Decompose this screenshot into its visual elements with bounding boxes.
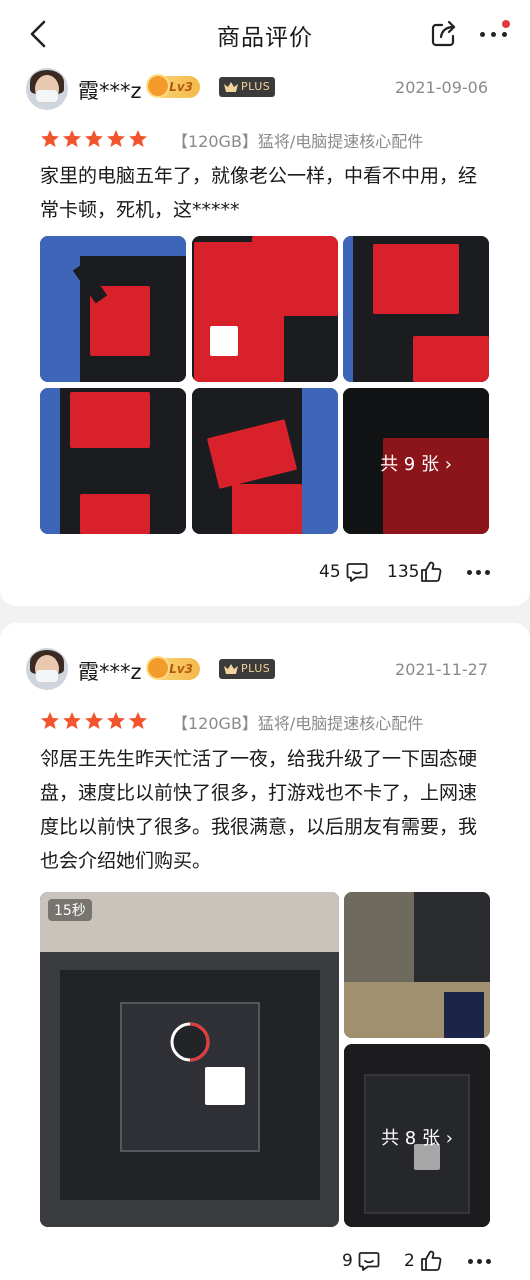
star-icon xyxy=(41,712,59,729)
product-spec: 【120GB】猛将/电脑提速核心配件 xyxy=(172,132,424,151)
review-image-more[interactable]: 共 9 张 › xyxy=(343,388,489,534)
medal-icon xyxy=(146,74,170,98)
review-text: 邻居王先生昨天忙活了一夜，给我升级了一下固态硬盘，速度比以前快了很多，打游戏也不… xyxy=(40,748,478,872)
review-actions: 45 135 xyxy=(319,558,499,588)
like-count: 2 xyxy=(404,1251,415,1271)
review-image[interactable] xyxy=(343,236,489,382)
like-count: 135 xyxy=(387,562,420,582)
star-icon xyxy=(107,712,125,729)
review-image[interactable] xyxy=(192,236,338,382)
plus-member-badge: PLUS xyxy=(219,659,275,679)
level-badge: Lv3 xyxy=(146,656,200,680)
comment-icon[interactable] xyxy=(345,560,369,584)
top-nav-bar: 商品评价 xyxy=(0,0,530,68)
product-spec: 【120GB】猛将/电脑提速核心配件 xyxy=(172,714,424,733)
thumbs-up-icon[interactable] xyxy=(419,560,443,584)
review-date: 2021-11-27 xyxy=(395,660,488,679)
plus-member-badge: PLUS xyxy=(219,77,275,97)
star-icon xyxy=(85,712,103,729)
video-duration: 15秒 xyxy=(48,899,92,921)
star-icon xyxy=(129,130,147,147)
review-card: 霞***z Lv3 PLUS 2021-09-06 【120GB】猛将/电脑提速… xyxy=(0,40,530,606)
star-icon xyxy=(63,130,81,147)
more-icon[interactable] xyxy=(478,18,510,50)
review-actions: 9 2 xyxy=(342,1247,500,1277)
image-count-label: 共 8 张 › xyxy=(381,1128,453,1149)
image-count-label: 共 9 张 › xyxy=(380,454,452,475)
review-image[interactable] xyxy=(344,892,490,1038)
avatar[interactable] xyxy=(26,648,68,690)
review-text: 家里的电脑五年了，就像老公一样，中看不中用，经常卡顿，死机，这***** xyxy=(40,165,478,221)
play-loading-icon[interactable] xyxy=(168,1020,212,1064)
username: 霞***z xyxy=(78,660,142,684)
review-image[interactable] xyxy=(192,388,338,534)
review-card: 霞***z Lv3 PLUS 2021-11-27 【120GB】猛将/电脑提速… xyxy=(0,623,530,1280)
star-icon xyxy=(107,130,125,147)
review-more-icon[interactable] xyxy=(468,1249,492,1273)
review-image[interactable] xyxy=(40,388,186,534)
comment-count: 9 xyxy=(342,1251,353,1271)
thumbs-up-icon[interactable] xyxy=(419,1249,443,1273)
star-icon xyxy=(63,712,81,729)
star-icon xyxy=(41,130,59,147)
star-icon xyxy=(129,712,147,729)
review-date: 2021-09-06 xyxy=(395,78,488,97)
crown-icon xyxy=(224,82,238,92)
review-image-more[interactable]: 共 8 张 › xyxy=(344,1044,490,1227)
comment-count: 45 xyxy=(319,562,341,582)
avatar[interactable] xyxy=(26,68,68,110)
notification-dot xyxy=(502,20,510,28)
share-icon[interactable] xyxy=(428,18,460,50)
star-rating xyxy=(40,711,150,731)
review-image[interactable] xyxy=(40,236,186,382)
comment-icon[interactable] xyxy=(357,1249,381,1273)
crown-icon xyxy=(224,664,238,674)
star-rating xyxy=(40,129,150,149)
medal-icon xyxy=(146,656,170,680)
username: 霞***z xyxy=(78,79,142,103)
level-badge: Lv3 xyxy=(146,74,200,98)
star-icon xyxy=(85,130,103,147)
review-video[interactable]: 15秒 xyxy=(40,892,339,1227)
review-more-icon[interactable] xyxy=(467,560,491,584)
